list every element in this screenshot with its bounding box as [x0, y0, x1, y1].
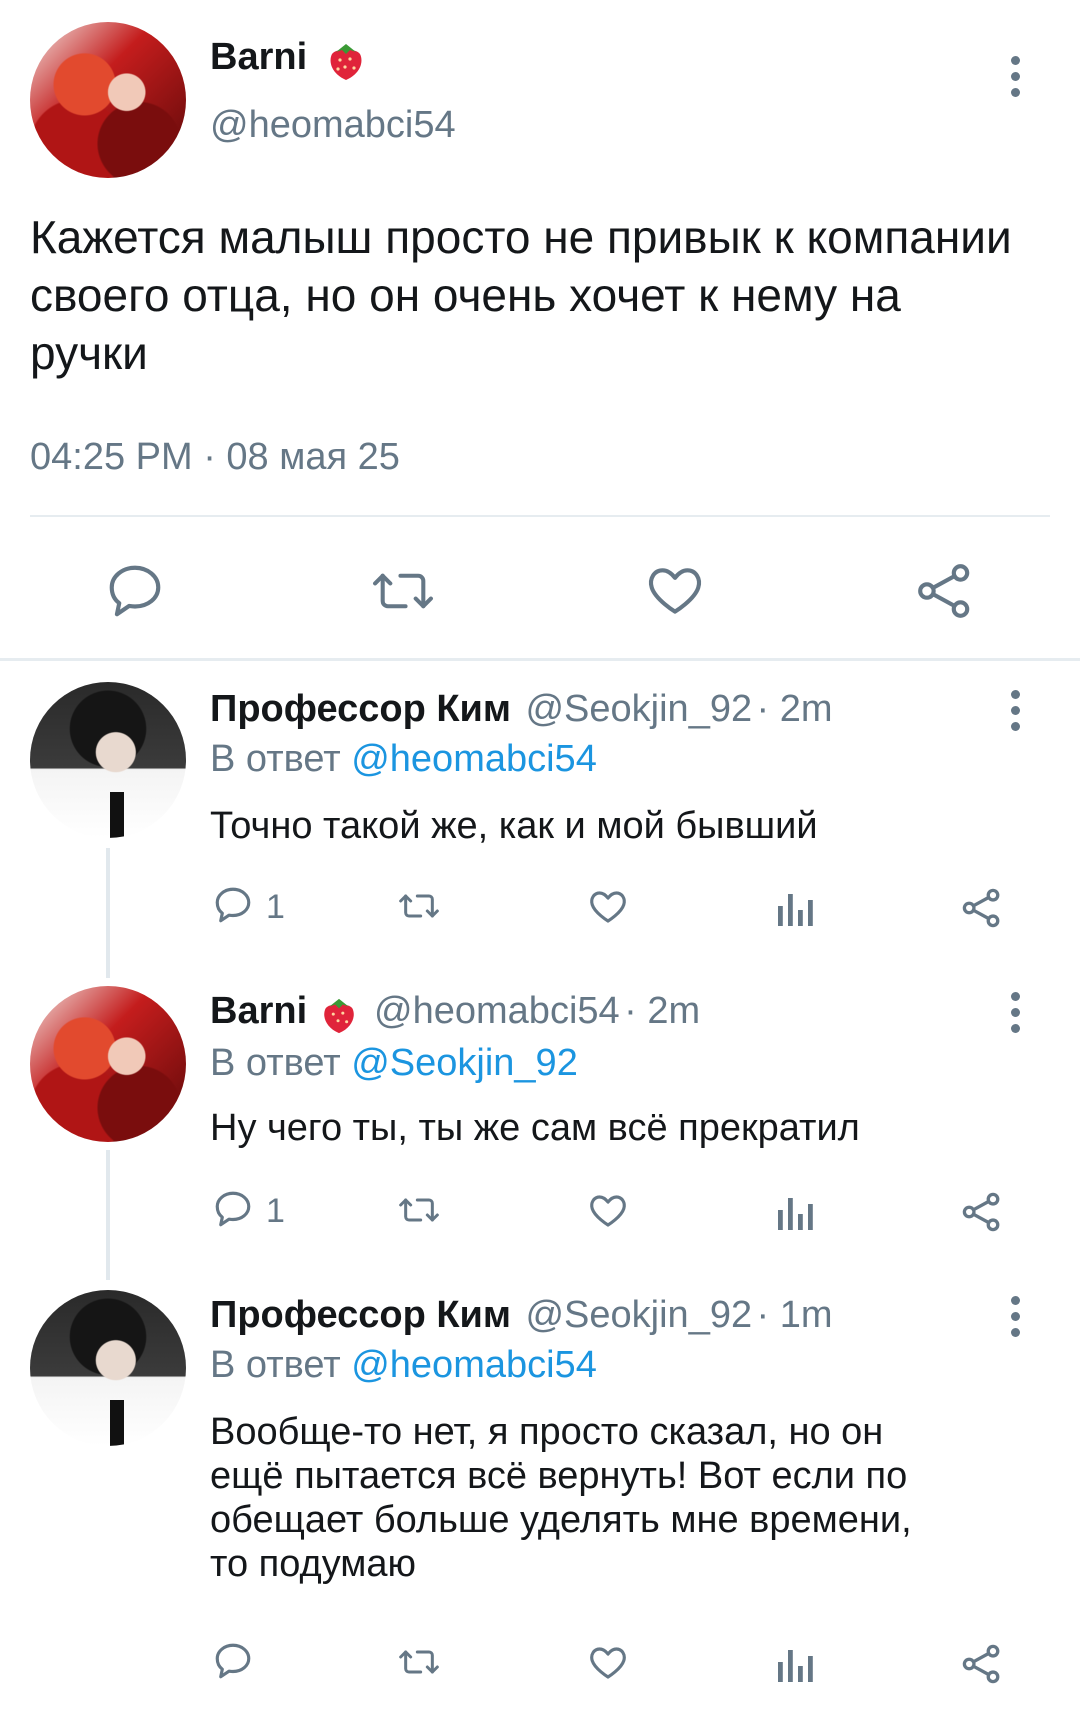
reply-to-link[interactable]: @heomabci54: [351, 738, 597, 780]
retweet-icon[interactable]: [396, 1642, 442, 1687]
retweet-icon[interactable]: [370, 560, 436, 627]
retweet-icon[interactable]: [396, 1190, 442, 1235]
reply-avatar[interactable]: [30, 682, 186, 838]
like-icon[interactable]: [586, 1190, 630, 1237]
thread-line: [106, 1150, 110, 1280]
reply-to-link[interactable]: @Seokjin_92: [351, 1042, 578, 1084]
section-divider: [0, 658, 1080, 661]
reply-author-handle[interactable]: @heomabci54: [374, 990, 620, 1032]
share-icon[interactable]: [960, 1190, 1004, 1239]
retweet-icon[interactable]: [396, 886, 442, 931]
share-icon[interactable]: [960, 886, 1004, 935]
more-options-icon[interactable]: [1010, 992, 1022, 1040]
reply-prefix: В ответ: [210, 1344, 341, 1386]
tweet-text: Кажется малыш просто не привык к компани…: [30, 211, 1012, 379]
strawberry-icon: [318, 995, 360, 1042]
author-name-row: Barni: [210, 36, 368, 89]
like-icon[interactable]: [586, 886, 630, 933]
more-options-icon[interactable]: [1010, 1296, 1022, 1344]
reply-text-line: ещё пытается всё вернуть! Вот если по: [210, 1455, 908, 1497]
divider: [30, 515, 1050, 517]
reply-header: Профессор Ким @Seokjin_92 · 2m: [210, 688, 833, 731]
reply-count: 1: [266, 1192, 285, 1230]
reply-author-name[interactable]: Профессор Ким: [210, 1294, 511, 1336]
thread-line: [106, 848, 110, 978]
author-name[interactable]: Barni: [210, 36, 307, 78]
author-avatar[interactable]: [30, 22, 186, 178]
analytics-icon[interactable]: [776, 890, 816, 931]
reply-text: Точно такой же, как и мой бывший: [210, 805, 818, 847]
reply-time: · 1m: [756, 1294, 833, 1336]
reply-text-line: Вообще-то нет, я просто сказал, но он: [210, 1411, 884, 1453]
reply-text-line: обещает больше уделять мне времени,: [210, 1499, 912, 1541]
reply-header: Профессор Ким @Seokjin_92 · 1m: [210, 1294, 833, 1337]
reply-text: Вообще-то нет, я просто сказал, но он ещ…: [210, 1410, 1030, 1586]
reply-text-line: то подумаю: [210, 1543, 417, 1585]
like-icon[interactable]: [586, 1642, 630, 1689]
like-icon[interactable]: [644, 560, 706, 627]
reply-author-name[interactable]: Barni: [210, 990, 307, 1032]
analytics-icon[interactable]: [776, 1646, 816, 1687]
reply-to-link[interactable]: @heomabci54: [351, 1344, 597, 1386]
more-options-icon[interactable]: [1010, 56, 1022, 104]
share-icon[interactable]: [960, 1642, 1004, 1691]
reply-avatar[interactable]: [30, 1290, 186, 1446]
reply-avatar[interactable]: [30, 986, 186, 1142]
strawberry-icon: [324, 40, 368, 89]
reply-text: Ну чего ты, ты же сам всё прекратил: [210, 1107, 860, 1149]
reply-header: Barni @heomabci54 · 2m: [210, 990, 700, 1042]
more-options-icon[interactable]: [1010, 690, 1022, 738]
author-handle[interactable]: @heomabci54: [210, 104, 456, 147]
reply-to-line: В ответ @heomabci54: [210, 738, 597, 781]
reply-icon[interactable]: [212, 884, 254, 931]
reply-author-name[interactable]: Профессор Ким: [210, 688, 511, 730]
reply-time: · 2m: [756, 688, 833, 730]
reply-author-handle[interactable]: @Seokjin_92: [525, 688, 752, 730]
analytics-icon[interactable]: [776, 1194, 816, 1235]
reply-time: · 2m: [624, 990, 701, 1032]
share-icon[interactable]: [914, 560, 976, 627]
reply-icon[interactable]: [212, 1188, 254, 1235]
reply-prefix: В ответ: [210, 738, 341, 780]
reply-icon[interactable]: [212, 1640, 254, 1687]
reply-count: 1: [266, 888, 285, 926]
reply-prefix: В ответ: [210, 1042, 341, 1084]
reply-to-line: В ответ @Seokjin_92: [210, 1042, 578, 1085]
reply-author-handle[interactable]: @Seokjin_92: [525, 1294, 752, 1336]
tweet-timestamp[interactable]: 04:25 PM · 08 мая 25: [30, 436, 400, 479]
reply-icon[interactable]: [104, 560, 166, 627]
reply-to-line: В ответ @heomabci54: [210, 1344, 597, 1387]
